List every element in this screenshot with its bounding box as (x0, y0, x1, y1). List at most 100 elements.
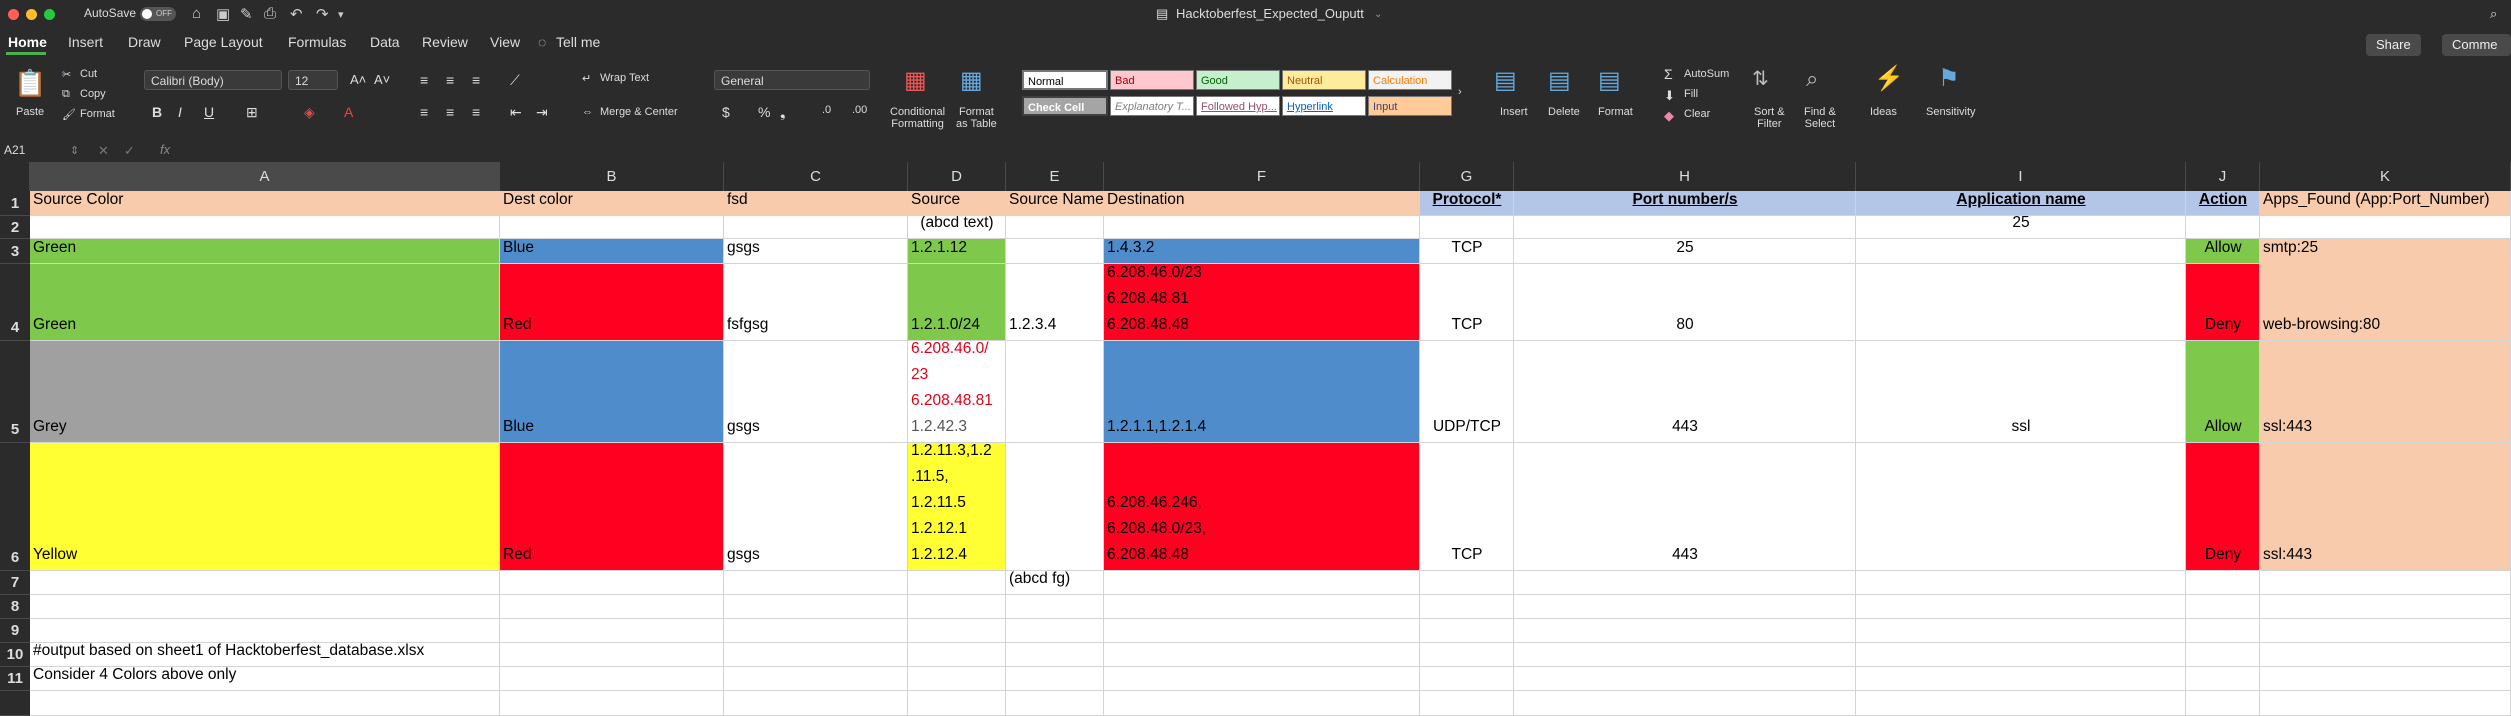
fill-icon[interactable]: ⬇ (1664, 88, 1675, 104)
cell-c11[interactable] (724, 667, 908, 691)
cell-a6[interactable]: Yellow (30, 443, 500, 571)
fill-button[interactable]: Fill (1684, 88, 1698, 100)
align-middle-icon[interactable]: ≡ (446, 72, 454, 88)
tab-data[interactable]: Data (370, 34, 400, 50)
cell-f1[interactable]: Destination (1104, 191, 1420, 216)
cell-c2[interactable] (724, 216, 908, 239)
align-center-icon[interactable]: ≡ (446, 104, 454, 120)
cell-a1[interactable]: Source Color (30, 191, 500, 216)
align-bottom-icon[interactable]: ≡ (472, 72, 480, 88)
cell-i10[interactable] (1856, 643, 2186, 667)
cell-j2[interactable] (2186, 216, 2260, 239)
cell-d4[interactable]: 1.2.1.0/24 (908, 264, 1006, 341)
minimize-window-button[interactable] (26, 9, 37, 20)
cell-e11[interactable] (1006, 667, 1104, 691)
ideas-icon[interactable]: ⚡ (1874, 64, 1904, 93)
undo-icon[interactable]: ↶ (290, 5, 303, 23)
cell-h6[interactable]: 443 (1514, 443, 1856, 571)
currency-icon[interactable]: $ (722, 104, 730, 120)
insert-function-icon[interactable]: fx (160, 142, 170, 157)
cell-e12[interactable] (1006, 691, 1104, 716)
tab-page-layout[interactable]: Page Layout (184, 34, 263, 50)
cell-g4[interactable]: TCP (1420, 264, 1514, 341)
cell-j9[interactable] (2186, 619, 2260, 643)
cell-c4[interactable]: fsfgsg (724, 264, 908, 341)
cell-c3[interactable]: gsgs (724, 239, 908, 264)
tab-formulas[interactable]: Formulas (288, 34, 346, 50)
cell-e3[interactable] (1006, 239, 1104, 264)
cell-e4[interactable]: 1.2.3.4 (1006, 264, 1104, 341)
cell-d10[interactable] (908, 643, 1006, 667)
cell-e8[interactable] (1006, 595, 1104, 619)
ideas-button[interactable]: Ideas (1870, 106, 1897, 118)
search-icon[interactable]: ⌕ (2490, 6, 2497, 22)
cell-j5[interactable]: Allow (2186, 341, 2260, 443)
cell-b9[interactable] (500, 619, 724, 643)
increase-decimal-icon[interactable]: .0 (822, 104, 831, 116)
delete-cells-icon[interactable]: ▤ (1548, 66, 1571, 95)
confirm-icon[interactable]: ✓ (124, 143, 135, 159)
cell-j11[interactable] (2186, 667, 2260, 691)
sort-filter-button[interactable]: Sort & Filter (1754, 106, 1785, 130)
cell-f8[interactable] (1104, 595, 1420, 619)
row-header-1[interactable]: 1 (0, 191, 30, 216)
format-as-table-button[interactable]: Format as Table (956, 106, 997, 130)
autosum-button[interactable]: AutoSum (1684, 68, 1729, 80)
cell-g5[interactable]: UDP/TCP (1420, 341, 1514, 443)
print-icon[interactable]: ⎙ (264, 5, 276, 22)
cell-d9[interactable] (908, 619, 1006, 643)
wrap-text-icon[interactable]: ↵ (582, 72, 591, 85)
row-header-3[interactable]: 3 (0, 239, 30, 264)
cell-d6[interactable]: 1.2.11.3,1.2 .11.5, 1.2.11.5 1.2.12.1 1.… (908, 443, 1006, 571)
column-header-f[interactable]: F (1104, 162, 1420, 191)
tab-insert[interactable]: Insert (68, 34, 103, 50)
style-neutral[interactable]: Neutral (1282, 70, 1366, 90)
cell-a9[interactable] (30, 619, 500, 643)
style-explanatory[interactable]: Explanatory T... (1110, 96, 1194, 116)
column-header-a[interactable]: A (30, 162, 500, 191)
cell-e9[interactable] (1006, 619, 1104, 643)
cell-i11[interactable] (1856, 667, 2186, 691)
increase-font-icon[interactable]: A˄ (350, 72, 366, 87)
cell-c1[interactable]: fsd (724, 191, 908, 216)
cell-i9[interactable] (1856, 619, 2186, 643)
style-good[interactable]: Good (1196, 70, 1280, 90)
redo-icon[interactable]: ↷ (316, 5, 329, 23)
row-header-4[interactable]: 4 (0, 264, 30, 341)
cell-c8[interactable] (724, 595, 908, 619)
cell-g1[interactable]: Protocol* (1420, 191, 1514, 216)
insert-cells-icon[interactable]: ▤ (1494, 66, 1517, 95)
autosave-toggle[interactable]: OFF (140, 7, 176, 21)
cell-c10[interactable] (724, 643, 908, 667)
cell-a4[interactable]: Green (30, 264, 500, 341)
cell-j10[interactable] (2186, 643, 2260, 667)
cell-b1[interactable]: Dest color (500, 191, 724, 216)
tab-review[interactable]: Review (422, 34, 468, 50)
cell-a12[interactable] (30, 691, 500, 716)
format-painter-icon[interactable]: 🖌 (62, 108, 76, 121)
cell-h12[interactable] (1514, 691, 1856, 716)
cell-g8[interactable] (1420, 595, 1514, 619)
cell-f10[interactable] (1104, 643, 1420, 667)
cell-e7[interactable]: (abcd fg) (1006, 571, 1104, 595)
cell-i6[interactable] (1856, 443, 2186, 571)
underline-button[interactable]: U (204, 104, 214, 120)
merge-center-button[interactable]: Merge & Center (600, 106, 678, 118)
cell-k5[interactable]: ssl:443 (2260, 341, 2511, 443)
column-header-g[interactable]: G (1420, 162, 1514, 191)
cell-e2[interactable] (1006, 216, 1104, 239)
cell-i3[interactable] (1856, 239, 2186, 264)
cell-b4[interactable]: Red (500, 264, 724, 341)
cell-g11[interactable] (1420, 667, 1514, 691)
format-cells-button[interactable]: Format (1598, 106, 1633, 118)
cell-i12[interactable] (1856, 691, 2186, 716)
save-icon[interactable]: ▣ (216, 5, 230, 23)
align-left-icon[interactable]: ≡ (420, 104, 428, 120)
tab-home[interactable]: Home (8, 34, 47, 50)
cell-a2[interactable] (30, 216, 500, 239)
cell-k2[interactable] (2260, 216, 2511, 239)
cell-a7[interactable] (30, 571, 500, 595)
close-window-button[interactable] (8, 9, 19, 20)
cell-f7[interactable] (1104, 571, 1420, 595)
align-top-icon[interactable]: ≡ (420, 72, 428, 88)
